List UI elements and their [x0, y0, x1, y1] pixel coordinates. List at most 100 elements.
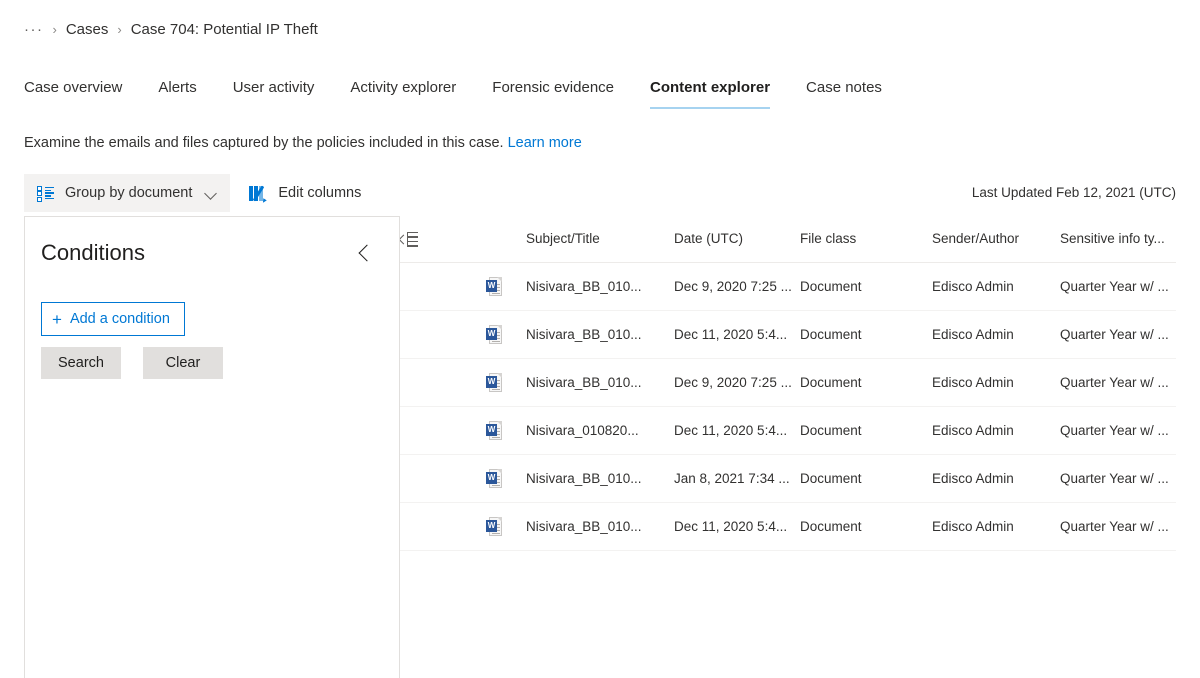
table-header-row: Subject/Title Date (UTC) File class Send…	[400, 216, 1176, 262]
row-file-class: Document	[800, 310, 932, 358]
word-document-icon: W	[486, 373, 502, 392]
row-expand-cell	[400, 406, 486, 454]
row-sensitive-info-type: Quarter Year w/ ...	[1060, 502, 1176, 550]
row-sender-author: Edisco Admin	[932, 358, 1060, 406]
row-sensitive-info-type: Quarter Year w/ ...	[1060, 454, 1176, 502]
row-subject-title[interactable]: Nisivara_BB_010...	[526, 454, 674, 502]
row-file-class: Document	[800, 454, 932, 502]
table-row[interactable]: W Nisivara_BB_010... Dec 11, 2020 5:4...…	[400, 310, 1176, 358]
tab-case-overview[interactable]: Case overview	[24, 78, 122, 109]
row-date: Dec 11, 2020 5:4...	[674, 502, 800, 550]
column-header-date[interactable]: Date (UTC)	[674, 216, 800, 262]
breadcrumb-item-case-704[interactable]: Case 704: Potential IP Theft	[131, 21, 318, 38]
content-area: Conditions + Add a condition Search Clea…	[24, 216, 1176, 678]
tab-content-explorer[interactable]: Content explorer	[650, 78, 770, 109]
table-row[interactable]: W Nisivara_010820... Dec 11, 2020 5:4...…	[400, 406, 1176, 454]
row-file-icon-cell: W	[486, 406, 526, 454]
row-file-icon-cell: W	[486, 358, 526, 406]
column-header-sensitive-info-type[interactable]: Sensitive info ty...	[1060, 216, 1176, 262]
row-file-class: Document	[800, 502, 932, 550]
last-updated-text: Last Updated Feb 12, 2021 (UTC)	[972, 185, 1176, 200]
tab-alerts[interactable]: Alerts	[158, 78, 196, 109]
page-description: Examine the emails and files captured by…	[24, 133, 582, 153]
row-sender-author: Edisco Admin	[932, 406, 1060, 454]
column-header-sender-author[interactable]: Sender/Author	[932, 216, 1060, 262]
row-sensitive-info-type: Quarter Year w/ ...	[1060, 262, 1176, 310]
breadcrumb: ··· › Cases › Case 704: Potential IP The…	[24, 16, 318, 42]
row-expand-cell	[400, 454, 486, 502]
column-header-file-class[interactable]: File class	[800, 216, 932, 262]
collapse-all-icon[interactable]	[400, 232, 418, 247]
word-document-icon: W	[486, 517, 502, 536]
row-subject-title[interactable]: Nisivara_BB_010...	[526, 262, 674, 310]
row-subject-title[interactable]: Nisivara_010820...	[526, 406, 674, 454]
chevron-down-icon	[206, 188, 217, 199]
table-row[interactable]: W Nisivara_BB_010... Jan 8, 2021 7:34 ..…	[400, 454, 1176, 502]
breadcrumb-overflow-icon[interactable]: ···	[24, 21, 44, 38]
row-expand-cell	[400, 358, 486, 406]
row-file-class: Document	[800, 262, 932, 310]
group-by-document-label: Group by document	[65, 185, 192, 201]
row-expand-cell	[400, 310, 486, 358]
row-sender-author: Edisco Admin	[932, 502, 1060, 550]
tab-forensic-evidence[interactable]: Forensic evidence	[492, 78, 614, 109]
row-sensitive-info-type: Quarter Year w/ ...	[1060, 358, 1176, 406]
row-expand-cell	[400, 502, 486, 550]
row-file-class: Document	[800, 406, 932, 454]
word-document-icon: W	[486, 277, 502, 296]
results-table-body: W Nisivara_BB_010... Dec 9, 2020 7:25 ..…	[400, 262, 1176, 550]
tab-user-activity[interactable]: User activity	[233, 78, 315, 109]
conditions-header: Conditions	[25, 217, 399, 267]
content-explorer-page: ··· › Cases › Case 704: Potential IP The…	[0, 0, 1200, 678]
learn-more-link[interactable]: Learn more	[508, 135, 582, 151]
results-table-container: Subject/Title Date (UTC) File class Send…	[400, 216, 1176, 678]
table-row[interactable]: W Nisivara_BB_010... Dec 9, 2020 7:25 ..…	[400, 262, 1176, 310]
conditions-title: Conditions	[41, 239, 145, 267]
tab-activity-explorer[interactable]: Activity explorer	[350, 78, 456, 109]
group-list-icon	[37, 186, 54, 201]
edit-columns-label: Edit columns	[278, 185, 361, 201]
row-subject-title[interactable]: Nisivara_BB_010...	[526, 310, 674, 358]
word-document-icon: W	[486, 325, 502, 344]
results-table: Subject/Title Date (UTC) File class Send…	[400, 216, 1176, 551]
case-tabs: Case overview Alerts User activity Activ…	[24, 78, 882, 116]
page-description-text: Examine the emails and files captured by…	[24, 135, 504, 151]
row-file-icon-cell: W	[486, 502, 526, 550]
tab-case-notes[interactable]: Case notes	[806, 78, 882, 109]
edit-columns-button[interactable]: Edit columns	[236, 174, 374, 212]
chevron-left-icon[interactable]	[353, 241, 377, 265]
row-date: Dec 9, 2020 7:25 ...	[674, 262, 800, 310]
table-row[interactable]: W Nisivara_BB_010... Dec 11, 2020 5:4...…	[400, 502, 1176, 550]
breadcrumb-item-cases[interactable]: Cases	[66, 21, 109, 38]
column-header-subject-title[interactable]: Subject/Title	[526, 216, 674, 262]
row-date: Dec 11, 2020 5:4...	[674, 310, 800, 358]
breadcrumb-separator-icon: ›	[53, 22, 57, 37]
row-date: Dec 11, 2020 5:4...	[674, 406, 800, 454]
edit-columns-icon	[249, 186, 267, 201]
breadcrumb-separator-icon: ›	[117, 22, 121, 37]
conditions-actions: Search Clear	[41, 347, 223, 379]
table-row[interactable]: W Nisivara_BB_010... Dec 9, 2020 7:25 ..…	[400, 358, 1176, 406]
add-condition-button[interactable]: + Add a condition	[41, 302, 185, 336]
row-file-icon-cell: W	[486, 454, 526, 502]
row-expand-cell	[400, 262, 486, 310]
conditions-panel: Conditions + Add a condition Search Clea…	[24, 216, 400, 678]
group-by-document-button[interactable]: Group by document	[24, 174, 230, 212]
clear-button[interactable]: Clear	[143, 347, 223, 379]
word-document-icon: W	[486, 469, 502, 488]
row-sensitive-info-type: Quarter Year w/ ...	[1060, 406, 1176, 454]
row-sensitive-info-type: Quarter Year w/ ...	[1060, 310, 1176, 358]
column-header-file-icon	[486, 216, 526, 262]
row-file-icon-cell: W	[486, 262, 526, 310]
column-header-expand-all[interactable]	[400, 216, 486, 262]
plus-icon: +	[52, 311, 62, 328]
word-document-icon: W	[486, 421, 502, 440]
search-button[interactable]: Search	[41, 347, 121, 379]
row-sender-author: Edisco Admin	[932, 454, 1060, 502]
row-date: Dec 9, 2020 7:25 ...	[674, 358, 800, 406]
row-subject-title[interactable]: Nisivara_BB_010...	[526, 502, 674, 550]
row-sender-author: Edisco Admin	[932, 310, 1060, 358]
row-date: Jan 8, 2021 7:34 ...	[674, 454, 800, 502]
row-file-icon-cell: W	[486, 310, 526, 358]
row-subject-title[interactable]: Nisivara_BB_010...	[526, 358, 674, 406]
